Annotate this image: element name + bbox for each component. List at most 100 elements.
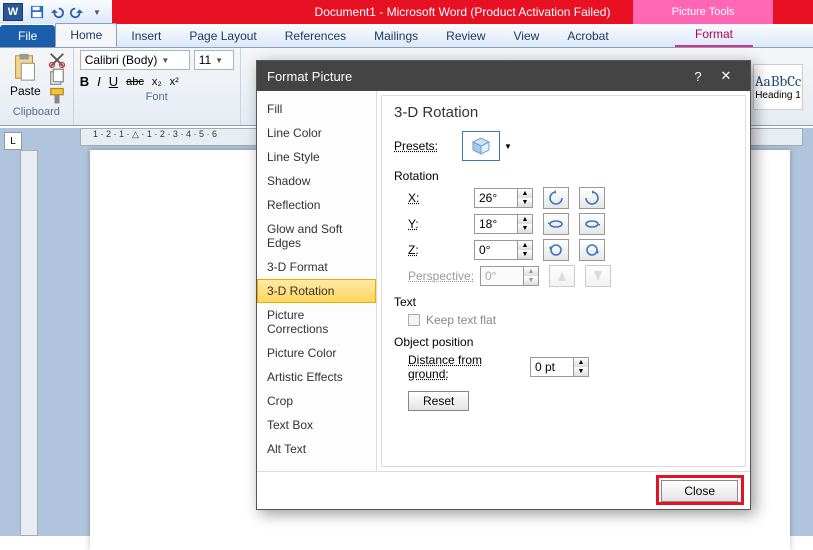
- strike-button[interactable]: abc: [126, 76, 144, 88]
- spin-down-icon: ▼: [524, 276, 538, 285]
- nav-text-box[interactable]: Text Box: [257, 413, 376, 437]
- paste-label: Paste: [10, 84, 41, 98]
- dialog-nav: Fill Line Color Line Style Shadow Reflec…: [257, 91, 377, 471]
- spin-up-icon[interactable]: ▲: [518, 215, 532, 224]
- clipboard-group-label: Clipboard: [6, 104, 67, 120]
- dialog-close-x[interactable]: ✕: [712, 68, 740, 84]
- rotate-z-cw-button[interactable]: [579, 239, 605, 261]
- spin-down-icon[interactable]: ▼: [518, 224, 532, 233]
- nav-reflection[interactable]: Reflection: [257, 193, 376, 217]
- word-app-icon: W: [3, 3, 23, 21]
- text-section-label: Text: [394, 295, 733, 309]
- distance-label: Distance from ground:: [394, 353, 524, 381]
- dialog-title: Format Picture: [267, 69, 352, 84]
- spin-up-icon[interactable]: ▲: [518, 241, 532, 250]
- quick-access-toolbar: ▼: [28, 3, 106, 21]
- rotate-x-right-button[interactable]: [579, 187, 605, 209]
- rotate-y-down-button[interactable]: [579, 213, 605, 235]
- x-spinner[interactable]: ▲▼: [474, 188, 533, 208]
- y-spinner[interactable]: ▲▼: [474, 214, 533, 234]
- tab-insert[interactable]: Insert: [117, 25, 175, 47]
- chevron-down-icon: ▼: [215, 56, 223, 65]
- style-heading1[interactable]: AaBbCc Heading 1: [753, 64, 803, 110]
- cut-icon[interactable]: [47, 52, 67, 68]
- distance-input[interactable]: [530, 357, 574, 377]
- copy-icon[interactable]: [47, 70, 67, 86]
- tab-references[interactable]: References: [271, 25, 360, 47]
- presets-dropdown[interactable]: [462, 131, 500, 161]
- distance-spinner[interactable]: ▲▼: [530, 357, 589, 377]
- spin-up-icon[interactable]: ▲: [574, 358, 588, 367]
- style-preview-text: AaBbCc: [755, 72, 802, 90]
- font-group-label: Font: [80, 89, 234, 105]
- reset-button[interactable]: Reset: [408, 391, 469, 411]
- tab-mailings[interactable]: Mailings: [360, 25, 432, 47]
- perspective-label: Perspective:: [394, 269, 474, 283]
- save-icon[interactable]: [28, 3, 46, 21]
- tab-home[interactable]: Home: [55, 23, 117, 47]
- tab-view[interactable]: View: [500, 25, 554, 47]
- tab-acrobat[interactable]: Acrobat: [553, 25, 622, 47]
- bold-button[interactable]: B: [80, 74, 89, 89]
- nav-alt-text[interactable]: Alt Text: [257, 437, 376, 461]
- ribbon-tabs: File Home Insert Page Layout References …: [0, 24, 813, 48]
- nav-line-style[interactable]: Line Style: [257, 145, 376, 169]
- superscript-button[interactable]: x²: [170, 76, 179, 88]
- rotate-x-left-button[interactable]: [543, 187, 569, 209]
- nav-3d-format[interactable]: 3-D Format: [257, 255, 376, 279]
- spin-down-icon[interactable]: ▼: [518, 198, 532, 207]
- vertical-ruler[interactable]: [20, 150, 38, 536]
- presets-label: Presets:: [394, 139, 456, 153]
- rotate-y-up-button[interactable]: [543, 213, 569, 235]
- group-clipboard: Paste Clipboard: [0, 48, 74, 125]
- keep-text-flat-label: Keep text flat: [426, 313, 496, 327]
- perspective-input: [480, 266, 524, 286]
- underline-button[interactable]: U: [109, 74, 118, 89]
- format-painter-icon[interactable]: [47, 88, 67, 104]
- undo-icon[interactable]: [48, 3, 66, 21]
- paste-button[interactable]: Paste: [6, 50, 45, 100]
- tab-page-layout[interactable]: Page Layout: [175, 25, 270, 47]
- font-size-combo[interactable]: 11▼: [194, 50, 234, 70]
- nav-3d-rotation[interactable]: 3-D Rotation: [257, 279, 376, 303]
- z-spinner[interactable]: ▲▼: [474, 240, 533, 260]
- close-button[interactable]: Close: [661, 480, 738, 502]
- qat-dropdown-icon[interactable]: ▼: [88, 3, 106, 21]
- spin-up-icon: ▲: [524, 267, 538, 276]
- spin-up-icon[interactable]: ▲: [518, 189, 532, 198]
- x-label: X:: [394, 191, 468, 205]
- tab-selector[interactable]: L: [4, 132, 22, 150]
- tab-format[interactable]: Format: [675, 23, 753, 47]
- rotate-z-ccw-button[interactable]: [543, 239, 569, 261]
- redo-icon[interactable]: [68, 3, 86, 21]
- object-position-label: Object position: [394, 335, 733, 349]
- panel-heading: 3-D Rotation: [394, 104, 733, 121]
- nav-shadow[interactable]: Shadow: [257, 169, 376, 193]
- nav-glow[interactable]: Glow and Soft Edges: [257, 217, 376, 255]
- x-input[interactable]: [474, 188, 518, 208]
- context-tab-group-label: Picture Tools: [633, 0, 773, 24]
- perspective-widen-button: [585, 265, 611, 287]
- z-input[interactable]: [474, 240, 518, 260]
- nav-picture-color[interactable]: Picture Color: [257, 341, 376, 365]
- tab-review[interactable]: Review: [432, 25, 499, 47]
- nav-crop[interactable]: Crop: [257, 389, 376, 413]
- nav-line-color[interactable]: Line Color: [257, 121, 376, 145]
- style-name-label: Heading 1: [755, 90, 801, 101]
- keep-text-flat-checkbox: [408, 314, 420, 326]
- nav-fill[interactable]: Fill: [257, 97, 376, 121]
- dialog-panel: 3-D Rotation Presets: ▼ Rotation X: ▲▼ Y…: [381, 95, 746, 467]
- spin-down-icon[interactable]: ▼: [574, 367, 588, 376]
- italic-button[interactable]: I: [97, 74, 101, 89]
- tab-file[interactable]: File: [0, 25, 55, 47]
- subscript-button[interactable]: x₂: [152, 76, 162, 88]
- dialog-help-button[interactable]: ?: [684, 69, 712, 84]
- spin-down-icon[interactable]: ▼: [518, 250, 532, 259]
- format-picture-dialog: Format Picture ? ✕ Fill Line Color Line …: [256, 60, 751, 510]
- perspective-spinner: ▲▼: [480, 266, 539, 286]
- nav-picture-corrections[interactable]: Picture Corrections: [257, 303, 376, 341]
- chevron-down-icon: ▼: [161, 56, 169, 65]
- y-input[interactable]: [474, 214, 518, 234]
- font-name-combo[interactable]: Calibri (Body)▼: [80, 50, 190, 70]
- nav-artistic-effects[interactable]: Artistic Effects: [257, 365, 376, 389]
